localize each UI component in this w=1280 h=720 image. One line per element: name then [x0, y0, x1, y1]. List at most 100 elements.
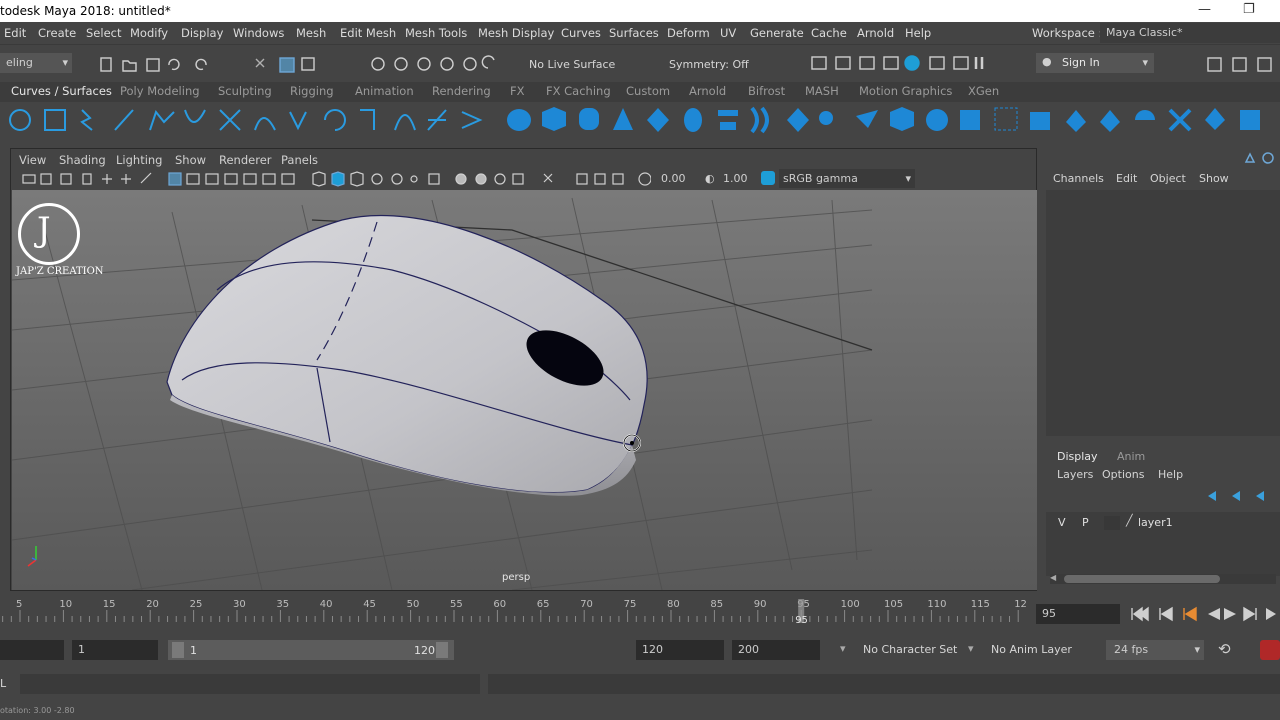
restore-icon[interactable]: ❐ [1243, 2, 1255, 17]
menu-windows[interactable]: Windows [233, 26, 284, 40]
time-tick-label: 15 [103, 599, 116, 610]
anim-layer-label[interactable]: No Anim Layer [991, 643, 1072, 656]
menu-help[interactable]: Help [905, 26, 931, 40]
range-handle-end[interactable] [436, 642, 448, 658]
menu-set-dropdown[interactable]: eling ▾ [0, 53, 72, 73]
mel-label[interactable]: L [0, 677, 6, 690]
chevron-down-icon[interactable]: ▾ [840, 642, 846, 655]
range-handle-start[interactable] [172, 642, 184, 658]
shelf-tab-fx[interactable]: FX [510, 84, 525, 98]
menu-mesh[interactable]: Mesh [296, 26, 326, 40]
viewport-toolbar-icons[interactable] [11, 169, 571, 189]
color-management-icon[interactable] [761, 171, 775, 185]
shelf-tab-curves-surfaces[interactable]: Curves / Surfaces [11, 84, 112, 98]
render-tools[interactable] [808, 53, 1008, 75]
time-slider[interactable]: 5 10 15 20 25 30 35 40 45 50 55 60 65 70 75 80 85 90 95 100… [0, 596, 1280, 630]
shelf-tab-mash[interactable]: MASH [805, 84, 839, 98]
shelf-tab-rigging[interactable]: Rigging [290, 84, 334, 98]
workspace-dropdown[interactable]: Maya Classic* [1100, 23, 1280, 43]
shelf-tab-fx-caching[interactable]: FX Caching [546, 84, 611, 98]
color-space-dropdown[interactable]: sRGB gamma ▾ [779, 169, 915, 188]
anim-start-field[interactable] [0, 640, 64, 660]
playback-start-field[interactable]: 1 [72, 640, 158, 660]
snap-tools[interactable] [366, 55, 516, 75]
file-tools[interactable] [96, 55, 336, 75]
channel-box-area[interactable] [1046, 190, 1280, 436]
menu-cache[interactable]: Cache [811, 26, 847, 40]
menu-edit-mesh[interactable]: Edit Mesh [340, 26, 396, 40]
shelf-tab-poly-modeling[interactable]: Poly Modeling [120, 84, 200, 98]
fps-dropdown[interactable]: 24 fps ▾ [1106, 640, 1204, 660]
layer-visibility-toggle[interactable]: V [1058, 516, 1066, 529]
menu-surfaces[interactable]: Surfaces [609, 26, 659, 40]
exposure-value[interactable]: 0.00 [661, 172, 686, 185]
menu-display[interactable]: Display [181, 26, 223, 40]
viewport-toolbar-icons-2[interactable] [571, 169, 651, 189]
panel-menu-panels[interactable]: Panels [281, 153, 318, 167]
character-set-label[interactable]: No Character Set [863, 643, 957, 656]
channel-menu-show[interactable]: Show [1199, 172, 1229, 185]
menu-mesh-display[interactable]: Mesh Display [478, 26, 554, 40]
shelf-tab-bifrost[interactable]: Bifrost [748, 84, 785, 98]
channel-menu-edit[interactable]: Edit [1116, 172, 1137, 185]
panel-corner-icons[interactable] [1242, 150, 1278, 168]
shelf-tab-animation[interactable]: Animation [355, 84, 414, 98]
menu-select[interactable]: Select [86, 26, 121, 40]
panel-menu-view[interactable]: View [19, 153, 46, 167]
layer-tab-display[interactable]: Display [1057, 450, 1098, 463]
menu-curves[interactable]: Curves [561, 26, 601, 40]
current-time-field[interactable]: 95 [1036, 604, 1120, 624]
live-surface-label[interactable]: No Live Surface [529, 58, 615, 71]
3d-viewport[interactable]: J JAP'Z CREATION persp [12, 190, 1037, 590]
layer-name[interactable]: layer1 [1138, 516, 1173, 529]
gamma-value[interactable]: 1.00 [723, 172, 748, 185]
menu-generate[interactable]: Generate [750, 26, 804, 40]
panel-menu-show[interactable]: Show [175, 153, 206, 167]
menu-uv[interactable]: UV [720, 26, 736, 40]
layer-playback-toggle[interactable]: P [1082, 516, 1089, 529]
playback-controls[interactable] [1126, 604, 1280, 624]
layer-tab-anim[interactable]: Anim [1117, 450, 1145, 463]
menu-mesh-tools[interactable]: Mesh Tools [405, 26, 467, 40]
channel-menu-object[interactable]: Object [1150, 172, 1186, 185]
playback-end-field[interactable]: 120 [636, 640, 724, 660]
minimize-icon[interactable]: — [1198, 2, 1211, 17]
auto-key-icon[interactable] [1260, 640, 1280, 660]
shelf-tab-motion-graphics[interactable]: Motion Graphics [859, 84, 952, 98]
layer-menu-options[interactable]: Options [1102, 468, 1144, 481]
sign-in-button[interactable]: ● Sign In ▾ [1036, 53, 1154, 73]
scroll-left-icon[interactable]: ◀ [1050, 573, 1056, 582]
symmetry-label[interactable]: Symmetry: Off [669, 58, 749, 71]
range-slider[interactable]: 1 120 [168, 640, 454, 660]
menu-arnold[interactable]: Arnold [857, 26, 894, 40]
channel-menu-channels[interactable]: Channels [1053, 172, 1104, 185]
layer-buttons[interactable] [1202, 488, 1280, 504]
layer-row[interactable]: V P ╱ layer1 [1046, 514, 1280, 532]
shelf-tab-sculpting[interactable]: Sculpting [218, 84, 272, 98]
anim-end-field[interactable]: 200 [732, 640, 820, 660]
panel-menu-renderer[interactable]: Renderer [219, 153, 272, 167]
loop-icon[interactable]: ⟲ [1218, 640, 1231, 658]
shelf-tab-xgen[interactable]: XGen [968, 84, 999, 98]
layer-color-swatch[interactable] [1104, 516, 1120, 530]
menu-edit[interactable]: Edit [4, 26, 26, 40]
menu-deform[interactable]: Deform [667, 26, 710, 40]
command-input[interactable] [20, 674, 480, 694]
shelf-tab-custom[interactable]: Custom [626, 84, 670, 98]
viewport-canvas[interactable] [12, 190, 1037, 590]
panel-menu-lighting[interactable]: Lighting [116, 153, 162, 167]
menu-create[interactable]: Create [38, 26, 76, 40]
shelf-tab-rendering[interactable]: Rendering [432, 84, 491, 98]
panel-menu-shading[interactable]: Shading [59, 153, 106, 167]
layer-scrollbar[interactable]: ◀ [1050, 573, 1276, 584]
panel-toggles[interactable] [1204, 55, 1280, 75]
shelf-icons[interactable] [0, 102, 1280, 140]
scrollbar-thumb[interactable] [1064, 575, 1220, 583]
chevron-down-icon[interactable]: ▾ [968, 642, 974, 655]
layer-menu-help[interactable]: Help [1158, 468, 1183, 481]
layer-menu-layers[interactable]: Layers [1057, 468, 1093, 481]
time-ruler[interactable]: 5 10 15 20 25 30 35 40 45 50 55 60 65 70 75 80 85 90 95 100… [0, 596, 1030, 630]
shelf-tab-arnold[interactable]: Arnold [689, 84, 726, 98]
menu-modify[interactable]: Modify [130, 26, 168, 40]
gamma-icon[interactable]: ◐ [705, 172, 715, 185]
